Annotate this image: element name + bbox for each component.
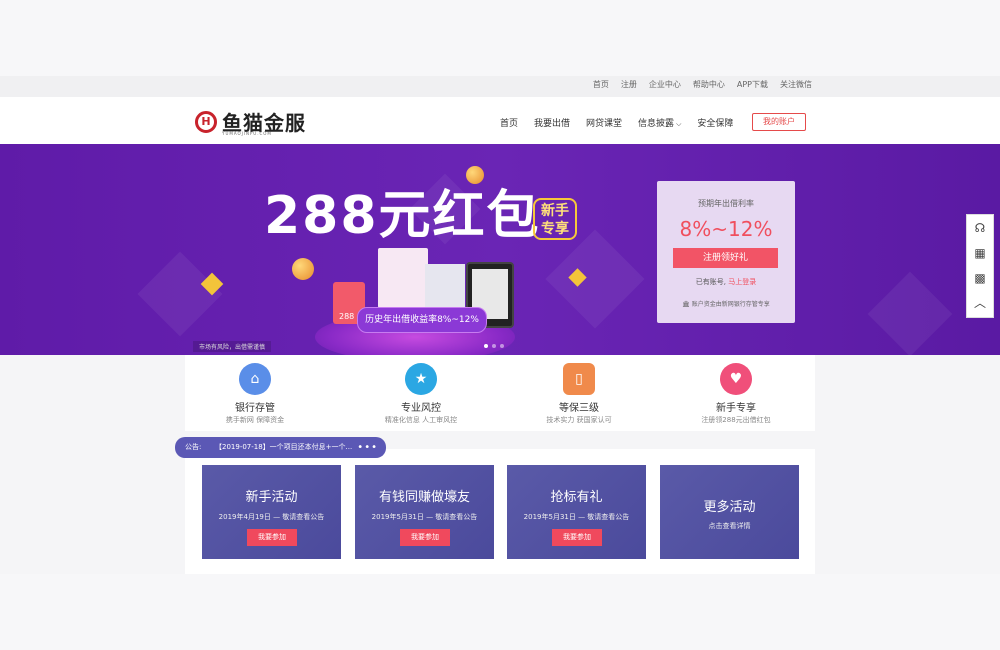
login-link[interactable]: 马上登录 bbox=[728, 278, 756, 286]
utility-links: 首页 注册 企业中心 帮助中心 APP下载 关注微信 bbox=[593, 79, 812, 90]
carousel-dot[interactable] bbox=[492, 344, 496, 348]
feature-item[interactable]: ▯ 等保三级 技术实力 获国家认可 bbox=[509, 363, 649, 425]
login-prompt-text: 已有账号, bbox=[695, 278, 726, 286]
my-account-button[interactable]: 我的账户 bbox=[752, 113, 806, 131]
promo-date: 2019年5月31日 — 敬请查看公告 bbox=[523, 513, 630, 521]
banner-tag: 新手 专享 bbox=[533, 198, 577, 240]
shield-icon: ★ bbox=[405, 363, 437, 395]
announcement-text[interactable]: 【2019-07-18】一个项目还本付息+一个... bbox=[215, 437, 352, 458]
heart-icon: ♥ bbox=[720, 363, 752, 395]
promo-card[interactable]: 抢标有礼 2019年5月31日 — 敬请查看公告 我要参加 bbox=[507, 465, 646, 559]
feature-strip: ⌂ 银行存管 携手新网 保障资金 ★ 专业风控 精准化信息 人工审风控 ▯ 等保… bbox=[185, 355, 815, 431]
util-link-register[interactable]: 注册 bbox=[621, 79, 637, 90]
logo-mark-icon: H bbox=[195, 110, 217, 133]
hero-banner[interactable]: 288元红包 新手 专享 288 历史年出借收益率8%~12% 市场有风险，出借… bbox=[0, 144, 1000, 355]
product-box bbox=[378, 248, 428, 308]
util-link-help[interactable]: 帮助中心 bbox=[693, 79, 725, 90]
calculator-icon[interactable]: ▦ bbox=[967, 240, 993, 265]
banner-tag-line1: 新手 bbox=[541, 203, 569, 219]
promo-title: 有钱同赚做壕友 bbox=[378, 490, 470, 505]
promo-card[interactable]: 新手活动 2019年4月19日 — 敬请查看公告 我要参加 bbox=[202, 465, 341, 559]
announcement-label: 公告: bbox=[185, 443, 202, 451]
floating-sidebar: ☊ ▦ ▩ ︿ bbox=[966, 214, 994, 318]
bg-cube bbox=[867, 271, 953, 355]
risk-notice: 市场有风险，出借需谨慎 bbox=[193, 341, 272, 352]
carousel-dot[interactable] bbox=[500, 344, 504, 348]
more-icon[interactable]: ••• bbox=[357, 437, 378, 458]
bg-cube bbox=[545, 229, 645, 329]
promo-card[interactable]: 更多活动 点击查看详情 bbox=[660, 465, 799, 559]
site-logo[interactable]: H 鱼猫金服 YUMAOJINFU.COM bbox=[195, 107, 306, 136]
nav-item-disclosure-label: 信息披露 bbox=[638, 119, 675, 129]
util-link-wechat[interactable]: 关注微信 bbox=[780, 79, 812, 90]
feature-title: 银行存管 bbox=[235, 403, 275, 414]
feature-item[interactable]: ♥ 新手专享 注册领288元出借红包 bbox=[666, 363, 806, 425]
carousel-dots bbox=[484, 344, 504, 348]
feature-item[interactable]: ⌂ 银行存管 携手新网 保障资金 bbox=[185, 363, 325, 425]
join-button[interactable]: 我要参加 bbox=[552, 529, 602, 546]
promo-date: 2019年5月31日 — 敬请查看公告 bbox=[371, 513, 478, 521]
util-link-home[interactable]: 首页 bbox=[593, 79, 609, 90]
promo-title: 新手活动 bbox=[245, 490, 298, 505]
carousel-dot[interactable] bbox=[484, 344, 488, 348]
nav-item-classroom[interactable]: 网贷课堂 bbox=[586, 116, 622, 129]
login-prompt: 已有账号, 马上登录 bbox=[657, 277, 795, 287]
feature-subtitle: 精准化信息 人工审风控 bbox=[384, 416, 458, 424]
headset-icon[interactable]: ☊ bbox=[967, 215, 993, 240]
feature-subtitle: 注册领288元出借红包 bbox=[701, 416, 771, 424]
util-link-enterprise[interactable]: 企业中心 bbox=[649, 79, 681, 90]
main-header: H 鱼猫金服 YUMAOJINFU.COM 首页 我要出借 网贷课堂 信息披露 ⌵… bbox=[0, 97, 1000, 144]
promo-date[interactable]: 点击查看详情 bbox=[660, 521, 799, 531]
rate-card: 预期年出借利率 8%~12% 注册领好礼 已有账号, 马上登录 🏛 账户资金由新… bbox=[657, 181, 795, 323]
feature-title: 新手专享 bbox=[716, 403, 756, 414]
rate-note: 🏛 账户资金由新网银行存管专享 bbox=[657, 299, 795, 308]
announcement-bar[interactable]: 公告: 【2019-07-18】一个项目还本付息+一个... ••• bbox=[175, 437, 386, 458]
promo-title: 抢标有礼 bbox=[550, 490, 603, 505]
bottom-blank-area bbox=[0, 574, 1000, 650]
rate-title: 预期年出借利率 bbox=[698, 199, 754, 208]
feature-title: 等保三级 bbox=[559, 403, 599, 414]
promo-title: 更多活动 bbox=[703, 500, 756, 515]
chevron-down-icon: ⌵ bbox=[676, 120, 682, 128]
banner-title: 288元红包 bbox=[264, 186, 541, 246]
promo-area: 新手活动 2019年4月19日 — 敬请查看公告 我要参加 有钱同赚做壕友 20… bbox=[185, 449, 815, 574]
coin-decoration bbox=[466, 166, 484, 184]
banner-tag-line2: 专享 bbox=[541, 221, 569, 237]
logo-subtext: YUMAOJINFU.COM bbox=[222, 131, 272, 136]
bank-icon: ⌂ bbox=[239, 363, 271, 395]
rate-value: 8%~12% bbox=[679, 217, 773, 241]
promo-card[interactable]: 有钱同赚做壕友 2019年5月31日 — 敬请查看公告 我要参加 bbox=[355, 465, 494, 559]
top-blank-area bbox=[0, 0, 1000, 76]
util-link-app[interactable]: APP下载 bbox=[737, 79, 768, 90]
promo-date: 2019年4月19日 — 敬请查看公告 bbox=[218, 513, 325, 521]
feature-title: 专业风控 bbox=[401, 403, 441, 414]
product-box bbox=[425, 264, 465, 310]
feature-item[interactable]: ★ 专业风控 精准化信息 人工审风控 bbox=[351, 363, 491, 425]
nav-item-invest[interactable]: 我要出借 bbox=[534, 116, 570, 129]
utility-bar: 首页 注册 企业中心 帮助中心 APP下载 关注微信 bbox=[0, 76, 1000, 97]
qrcode-icon[interactable]: ▩ bbox=[967, 265, 993, 290]
banner-rate-pill: 历史年出借收益率8%~12% bbox=[357, 307, 487, 333]
feature-subtitle: 技术实力 获国家认可 bbox=[546, 416, 612, 424]
coin-decoration bbox=[292, 258, 314, 280]
join-button[interactable]: 我要参加 bbox=[400, 529, 450, 546]
register-button[interactable]: 注册领好礼 bbox=[673, 248, 778, 268]
main-nav: 首页 我要出借 网贷课堂 信息披露 ⌵ 安全保障 bbox=[500, 116, 733, 129]
join-button[interactable]: 我要参加 bbox=[247, 529, 297, 546]
nav-item-disclosure[interactable]: 信息披露 ⌵ bbox=[638, 116, 681, 129]
lock-icon: ▯ bbox=[563, 363, 595, 395]
rate-note-text: 账户资金由新网银行存管专享 bbox=[691, 301, 770, 308]
red-envelope-label: 288 bbox=[339, 312, 355, 321]
nav-item-home[interactable]: 首页 bbox=[500, 116, 518, 129]
nav-item-security[interactable]: 安全保障 bbox=[697, 116, 733, 129]
feature-subtitle: 携手新网 保障资金 bbox=[225, 416, 285, 424]
back-to-top-icon[interactable]: ︿ bbox=[967, 290, 993, 315]
bank-icon: 🏛 bbox=[682, 301, 690, 308]
